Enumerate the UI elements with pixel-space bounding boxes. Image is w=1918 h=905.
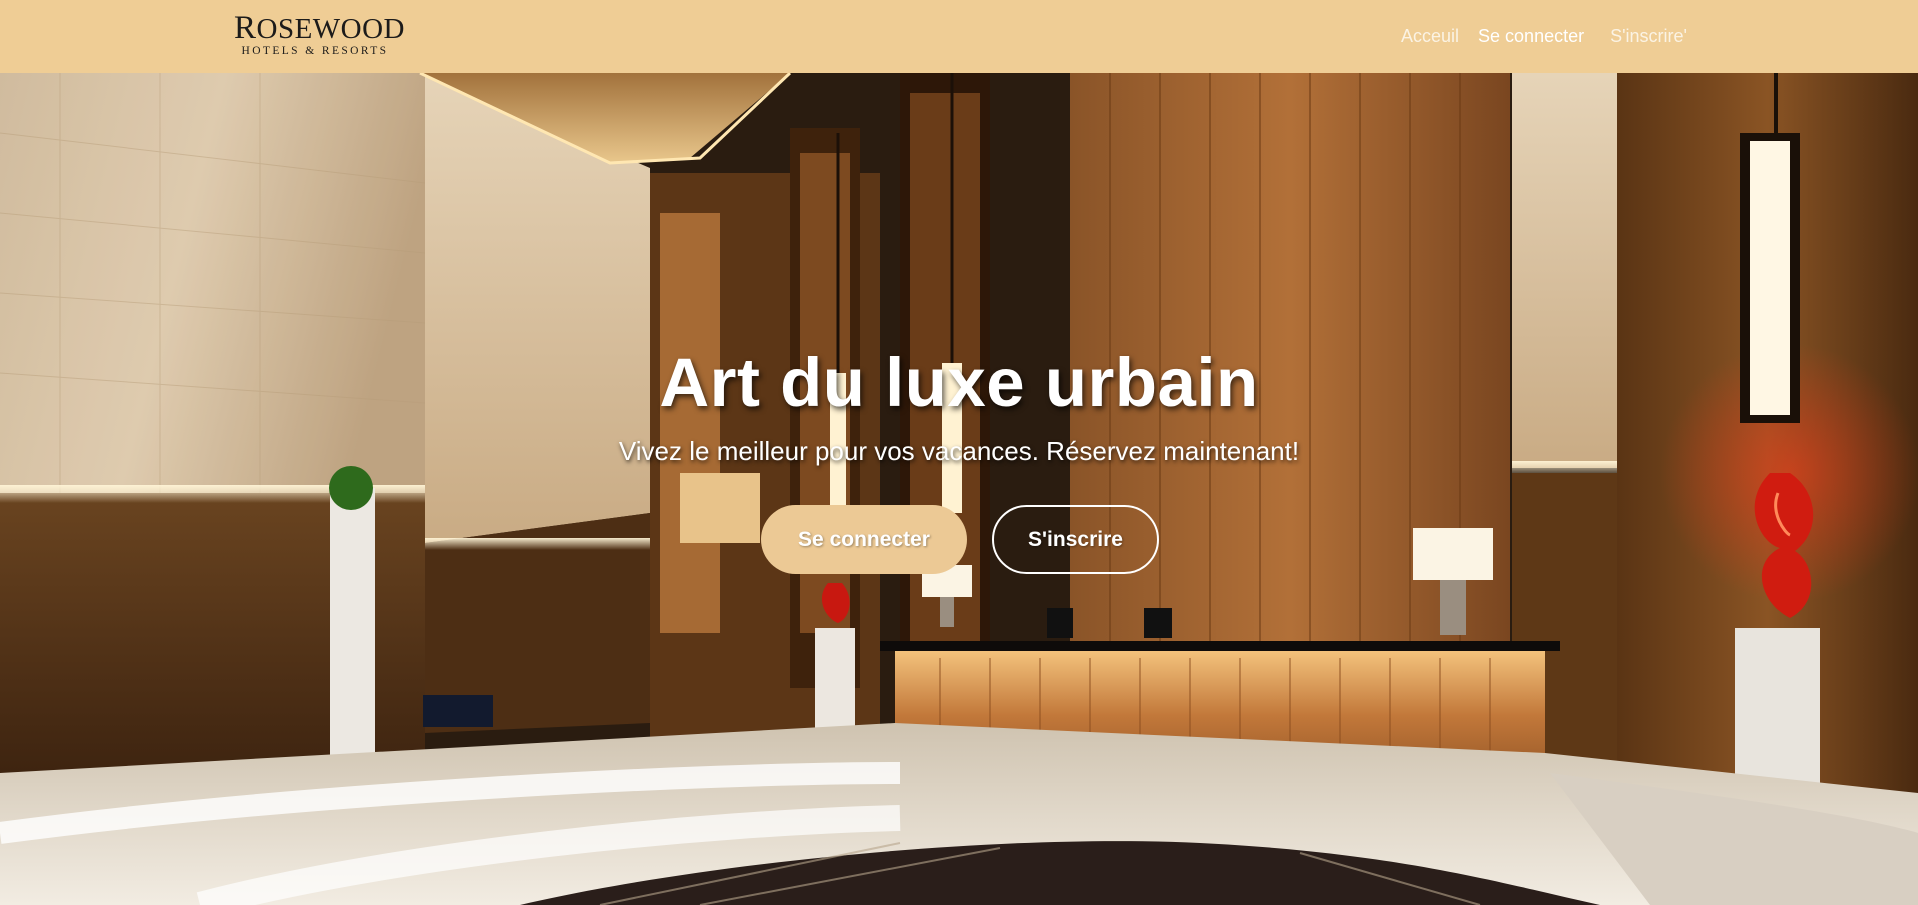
nav-link-login[interactable]: Se connecter (1478, 25, 1584, 47)
brand-name: ROSEWOOD (234, 10, 406, 46)
nav-menu: Acceuil Se connecter S'inscrire' (1401, 25, 1687, 47)
brand-tagline: HOTELS & RESORTS (241, 45, 389, 57)
hero-subtitle: Vivez le meilleur pour vos vacances. Rés… (618, 436, 1300, 466)
brand-logo[interactable]: ROSEWOOD HOTELS & RESORTS (234, 10, 406, 58)
nav-link-home[interactable]: Acceuil (1401, 25, 1459, 47)
login-button[interactable]: Se connecter (761, 505, 967, 574)
nav-link-register[interactable]: S'inscrire' (1610, 25, 1687, 47)
register-button[interactable]: S'inscrire (992, 505, 1159, 574)
hero-title: Art du luxe urbain (659, 344, 1259, 421)
hero-content: Art du luxe urbain Vivez le meilleur pou… (0, 73, 1918, 905)
navbar: ROSEWOOD HOTELS & RESORTS Acceuil Se con… (0, 0, 1918, 73)
hero-section: Art du luxe urbain Vivez le meilleur pou… (0, 73, 1918, 905)
